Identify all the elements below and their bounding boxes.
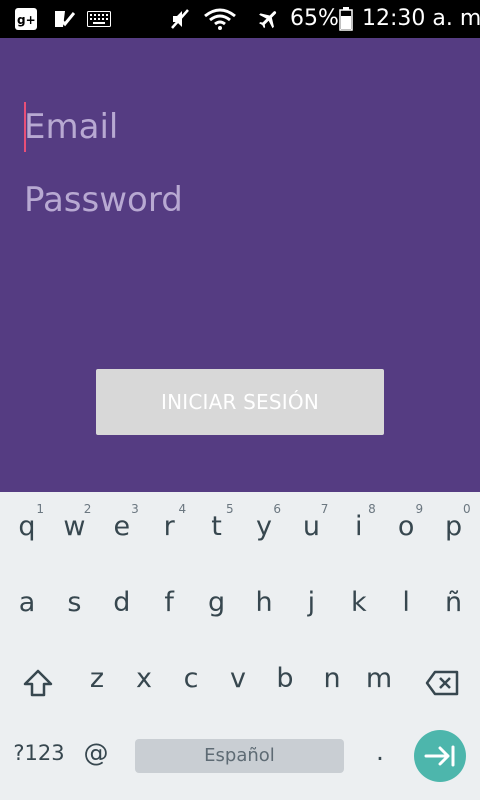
shift-key[interactable] — [14, 666, 62, 700]
key-d[interactable]: d — [98, 568, 146, 638]
key-n[interactable]: n — [308, 644, 356, 714]
mute-icon — [168, 7, 192, 31]
key-k[interactable]: k — [335, 568, 383, 638]
key-hint: 3 — [131, 502, 139, 516]
key-i[interactable]: i8 — [335, 492, 383, 562]
enter-icon — [424, 745, 455, 767]
key-label: d — [113, 587, 131, 618]
key-label: x — [136, 663, 152, 694]
key-hint: 8 — [368, 502, 376, 516]
key-hint: 9 — [415, 502, 424, 516]
key-y[interactable]: y6 — [240, 492, 288, 562]
key-hint: 2 — [83, 502, 92, 516]
battery-percent: 65% — [290, 6, 339, 31]
login-button[interactable]: INICIAR SESIÓN — [96, 369, 384, 435]
keyboard-icon — [86, 7, 112, 31]
key-v[interactable]: v — [214, 644, 262, 714]
key-label: f — [164, 587, 174, 618]
email-field[interactable] — [24, 100, 456, 154]
key-hint: 1 — [36, 502, 44, 516]
key-j[interactable]: j — [287, 568, 335, 638]
period-key[interactable]: . — [364, 737, 396, 769]
key-s[interactable]: s — [50, 568, 98, 638]
key-b[interactable]: b — [261, 644, 309, 714]
key-t[interactable]: t5 — [193, 492, 241, 562]
key-hint: 4 — [178, 502, 187, 516]
shift-icon — [23, 669, 53, 697]
key-g[interactable]: g — [193, 568, 241, 638]
battery-icon — [338, 7, 354, 31]
key-label: n — [323, 663, 341, 694]
at-key[interactable]: @ — [76, 737, 116, 769]
key-label: s — [67, 587, 82, 618]
key-a[interactable]: a — [3, 568, 51, 638]
key-z[interactable]: z — [73, 644, 121, 714]
key-label: g — [208, 587, 226, 618]
key-label: ñ — [445, 587, 463, 618]
wifi-icon — [202, 7, 238, 31]
key-hint: 0 — [462, 502, 471, 516]
key-u[interactable]: u7 — [287, 492, 335, 562]
space-key[interactable]: Español — [135, 739, 344, 773]
key-l[interactable]: l — [382, 568, 430, 638]
svg-text:g+: g+ — [17, 13, 36, 27]
airplane-mode-icon — [256, 7, 282, 31]
enter-key[interactable] — [414, 730, 466, 782]
key-label: a — [18, 587, 36, 618]
status-bar: g+ 65% 12:30 a. m. — [0, 0, 480, 38]
google-plus-icon: g+ — [14, 7, 38, 31]
key-e[interactable]: e3 — [98, 492, 146, 562]
key-w[interactable]: w2 — [50, 492, 98, 562]
key-q[interactable]: q1 — [3, 492, 51, 562]
backspace-icon — [425, 670, 459, 696]
key-label: c — [183, 663, 199, 694]
checkmark-notification-icon — [52, 7, 76, 31]
key-label: v — [230, 663, 246, 694]
key-h[interactable]: h — [240, 568, 288, 638]
key-ñ[interactable]: ñ — [430, 568, 478, 638]
key-o[interactable]: o9 — [382, 492, 430, 562]
key-hint: 5 — [225, 502, 234, 516]
key-x[interactable]: x — [120, 644, 168, 714]
key-label: m — [365, 663, 393, 694]
key-label: l — [402, 587, 410, 618]
key-p[interactable]: p0 — [430, 492, 478, 562]
key-r[interactable]: r4 — [145, 492, 193, 562]
backspace-key[interactable] — [418, 666, 466, 700]
key-m[interactable]: m — [355, 644, 403, 714]
key-label: h — [255, 587, 273, 618]
key-hint: 6 — [273, 502, 281, 516]
password-field[interactable] — [24, 173, 456, 227]
key-label: j — [307, 587, 316, 618]
login-screen: INICIAR SESIÓN — [0, 38, 480, 492]
symbols-key[interactable]: ?123 — [4, 738, 74, 768]
key-c[interactable]: c — [167, 644, 215, 714]
key-label: k — [350, 587, 367, 618]
clock: 12:30 a. m. — [362, 6, 480, 31]
key-hint: 7 — [320, 502, 329, 516]
key-label: b — [276, 663, 294, 694]
key-label: z — [89, 663, 105, 694]
soft-keyboard: ?123 @ Español . q1w2e3r4t5y6u7i8o9p0 asd… — [0, 492, 480, 800]
key-f[interactable]: f — [145, 568, 193, 638]
